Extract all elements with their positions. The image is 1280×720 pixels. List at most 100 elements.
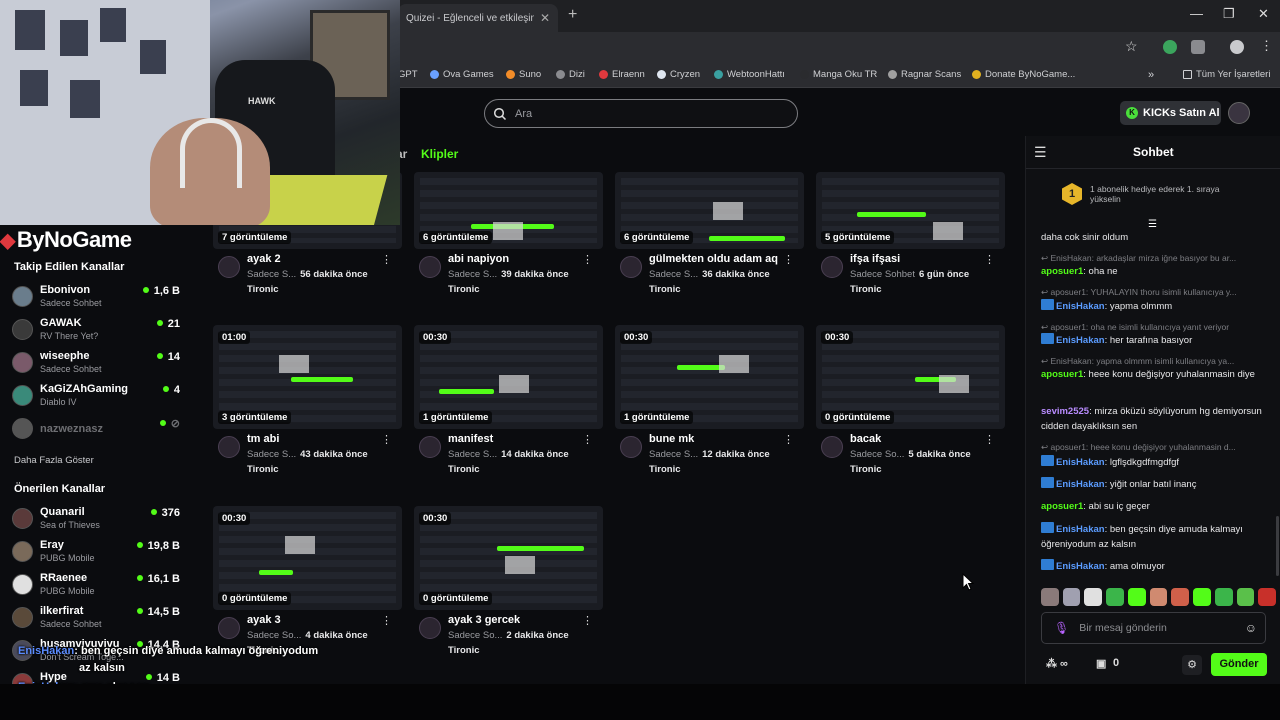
clip-channel[interactable]: Tironic — [448, 284, 480, 295]
message-username[interactable]: EnisHakan — [1056, 524, 1105, 535]
bookmark-item[interactable]: Suno — [506, 69, 541, 80]
bookmark-item[interactable]: Cryzen — [657, 69, 700, 80]
emote-icon[interactable] — [1149, 588, 1168, 606]
bookmark-item[interactable]: GPT — [398, 69, 418, 80]
clip-channel[interactable]: Tironic — [448, 645, 480, 656]
users-infinity-icon[interactable]: ⁂ ∞ — [1046, 657, 1068, 670]
message-username[interactable]: EnisHakan — [1056, 561, 1105, 572]
sidebar-channel-item[interactable]: nazweznasz ⊘ — [12, 416, 182, 444]
emote-icon[interactable] — [1106, 588, 1124, 606]
clip-card[interactable]: 5 görüntüleme ifşa ifşasi Sadece Sohbet 6 g… — [816, 145, 1005, 295]
clip-channel[interactable]: Tironic — [850, 464, 882, 475]
clip-thumbnail[interactable]: 00:30 0 görüntüleme — [816, 325, 1005, 429]
more-options-icon[interactable]: ⋮ — [381, 253, 392, 266]
more-options-icon[interactable]: ⋮ — [783, 253, 794, 266]
clip-title[interactable]: ifşa ifşasi — [850, 253, 900, 265]
bookmark-item[interactable]: WebtoonHattı — [714, 69, 785, 80]
clip-title[interactable]: abi napiyon — [448, 253, 509, 265]
clip-thumbnail[interactable]: 6 görüntüleme — [414, 172, 603, 249]
emote-icon[interactable] — [1171, 588, 1190, 606]
message-username[interactable]: EnisHakan — [1056, 457, 1105, 468]
clip-card[interactable]: 6 görüntüleme gülmekten oldu adam aq Sadec… — [615, 145, 804, 295]
user-avatar[interactable] — [1228, 102, 1250, 124]
emote-icon[interactable] — [1062, 588, 1081, 606]
clip-title[interactable]: ayak 3 — [247, 614, 281, 626]
emote-icon[interactable] — [1041, 588, 1059, 606]
close-tab-icon[interactable]: ✕ — [540, 11, 550, 25]
sidebar-channel-item[interactable]: RRaenee PUBG Mobile 16,1 B — [12, 572, 182, 600]
buy-kicks-button[interactable]: K KICKs Satın Al — [1120, 101, 1221, 125]
more-options-icon[interactable]: ⋮ — [582, 433, 593, 446]
profile-avatar-icon[interactable] — [1230, 40, 1244, 54]
chat-settings-icon[interactable]: ⚙ — [1182, 655, 1202, 675]
sidebar-channel-item[interactable]: Eray PUBG Mobile 19,8 B — [12, 539, 182, 567]
clip-thumbnail[interactable]: 6 görüntüleme — [615, 172, 804, 249]
sidebar-channel-item[interactable]: ilkerfirat Sadece Sohbet 14,5 B — [12, 605, 182, 633]
new-tab-icon[interactable]: + — [568, 6, 577, 24]
emote-icon[interactable] — [1127, 588, 1146, 606]
pinned-message-icon[interactable]: ☰ — [1148, 219, 1157, 230]
clip-channel[interactable]: Tironic — [448, 464, 480, 475]
send-button[interactable]: Gönder — [1211, 653, 1267, 676]
browser-menu-icon[interactable]: ⋮ — [1260, 38, 1273, 54]
clip-channel-avatar[interactable] — [218, 617, 240, 639]
clip-channel-avatar[interactable] — [218, 436, 240, 458]
clip-thumbnail[interactable]: 01:00 3 görüntüleme — [213, 325, 402, 429]
clip-channel-avatar[interactable] — [419, 436, 441, 458]
clip-channel[interactable]: Tironic — [247, 464, 279, 475]
chat-message-input[interactable]: 🎙 Bir mesaj gönderin ☺ — [1041, 612, 1266, 644]
bookmark-item[interactable]: Dizi — [556, 69, 585, 80]
clip-title[interactable]: ayak 2 — [247, 253, 281, 265]
emote-icon[interactable] — [1258, 588, 1277, 606]
message-username[interactable]: EnisHakan — [1056, 479, 1105, 490]
clip-channel[interactable]: Tironic — [247, 284, 279, 295]
more-options-icon[interactable]: ⋮ — [381, 614, 392, 627]
emoji-picker-icon[interactable]: ☺ — [1245, 621, 1257, 635]
emote-icon[interactable] — [1084, 588, 1103, 606]
bookmark-item[interactable]: Ragnar Scans — [888, 69, 961, 80]
clip-title[interactable]: bacak — [850, 433, 881, 445]
clip-title[interactable]: manifest — [448, 433, 493, 445]
emote-icon[interactable] — [1193, 588, 1211, 606]
clip-channel-avatar[interactable] — [821, 436, 843, 458]
collapse-chat-icon[interactable]: ☰ — [1034, 144, 1047, 161]
bookmark-item[interactable]: Manga Oku TR — [800, 69, 877, 80]
clip-channel[interactable]: Tironic — [850, 284, 882, 295]
kicks-shop-icon[interactable]: ▣ — [1096, 657, 1106, 670]
clip-channel[interactable]: Tironic — [649, 284, 681, 295]
clip-channel-avatar[interactable] — [218, 256, 240, 278]
clip-channel-avatar[interactable] — [821, 256, 843, 278]
clip-card[interactable]: 01:00 3 görüntüleme tm abi Sadece S... 43 da… — [213, 325, 402, 475]
clip-card[interactable]: 00:30 1 görüntüleme manifest Sadece S... 14 … — [414, 325, 603, 475]
clip-title[interactable]: ayak 3 gercek — [448, 614, 520, 626]
clip-thumbnail[interactable]: 00:30 0 görüntüleme — [213, 506, 402, 610]
more-options-icon[interactable]: ⋮ — [582, 253, 593, 266]
clip-title[interactable]: tm abi — [247, 433, 279, 445]
extension-shield-icon[interactable] — [1163, 40, 1177, 54]
browser-tab[interactable]: Quizei - Eğlenceli ve etkileşimli ✕ — [398, 4, 558, 32]
sidebar-channel-item[interactable]: Ebonivon Sadece Sohbet 1,6 B — [12, 284, 182, 312]
clip-thumbnail[interactable]: 5 görüntüleme — [816, 172, 1005, 249]
window-close-icon[interactable]: ✕ — [1258, 6, 1269, 22]
sidebar-channel-item[interactable]: Quanaril Sea of Thieves 376 — [12, 506, 182, 534]
site-logo[interactable]: ◆ ByNoGame — [0, 227, 132, 253]
more-options-icon[interactable]: ⋮ — [783, 433, 794, 446]
bookmarks-overflow-icon[interactable]: » — [1148, 69, 1154, 81]
sidebar-channel-item[interactable]: wiseephe Sadece Sohbet 14 — [12, 350, 182, 378]
clip-title[interactable]: bune mk — [649, 433, 694, 445]
more-options-icon[interactable]: ⋮ — [381, 433, 392, 446]
clip-thumbnail[interactable]: 00:30 0 görüntüleme — [414, 506, 603, 610]
clip-card[interactable]: 6 görüntüleme abi napiyon Sadece S... 39 da… — [414, 145, 603, 295]
show-more-link[interactable]: Daha Fazla Göster — [14, 455, 94, 466]
clip-card[interactable]: 00:30 0 görüntüleme ayak 3 gercek Sadece So… — [414, 506, 603, 656]
clip-channel-avatar[interactable] — [620, 256, 642, 278]
chat-scrollbar[interactable] — [1276, 516, 1279, 576]
clip-channel-avatar[interactable] — [620, 436, 642, 458]
clip-card[interactable]: 00:30 1 görüntüleme bune mk Sadece S... 12 d… — [615, 325, 804, 475]
message-username[interactable]: EnisHakan — [1056, 335, 1105, 346]
emote-icon[interactable] — [1214, 588, 1233, 606]
bookmark-item[interactable]: Donate ByNoGame... — [972, 69, 1075, 80]
sidebar-channel-item[interactable]: KaGiZAhGaming Diablo IV 4 — [12, 383, 182, 411]
search-input[interactable]: Ara — [484, 99, 798, 128]
clip-thumbnail[interactable]: 00:30 1 görüntüleme — [414, 325, 603, 429]
